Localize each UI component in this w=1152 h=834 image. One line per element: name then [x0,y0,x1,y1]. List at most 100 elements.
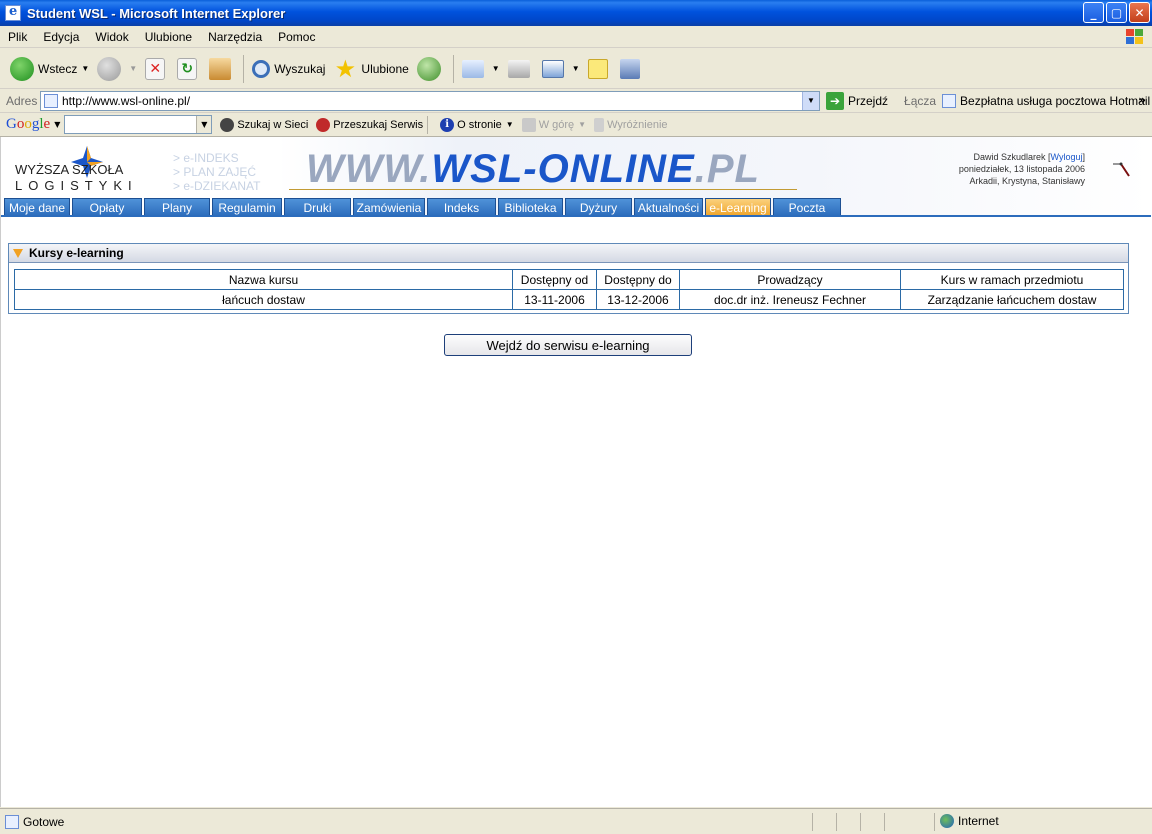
home-button[interactable] [205,53,239,85]
tab-indeks[interactable]: Indeks [427,198,496,216]
highlight-button[interactable]: Wyróżnienie [594,117,668,132]
side-link-dziekanat[interactable]: > e-DZIEKANAT [173,179,260,193]
tab-poczta[interactable]: Poczta [773,198,841,216]
clock-icon [1113,162,1130,177]
side-link-indeks[interactable]: > e-INDEKS [173,151,260,165]
edit-icon [541,59,564,78]
forward-button[interactable]: ▼ [93,53,141,85]
home-icon [209,57,232,80]
about-dropdown-icon[interactable]: ▼ [506,120,514,129]
about-page-label: O stronie [457,118,502,131]
tab-plany[interactable]: Plany [144,198,210,216]
menu-widok[interactable]: Widok [87,30,136,44]
table-row[interactable]: łańcuch dostaw 13-11-2006 13-12-2006 doc… [14,289,1124,310]
stop-button[interactable]: ✕ [141,53,173,85]
logout-link[interactable]: Wyloguj [1051,152,1083,162]
cell-course-name: łańcuch dostaw [14,289,513,310]
print-button[interactable] [504,53,538,85]
col-subject: Kurs w ramach przedmiotu [900,269,1124,290]
note-icon [587,58,608,79]
refresh-icon: ↻ [177,57,198,80]
menu-edycja[interactable]: Edycja [35,30,87,44]
menu-narzedzia[interactable]: Narzędzia [200,30,270,44]
search-button[interactable]: Wyszukaj [248,53,329,85]
menu-pomoc[interactable]: Pomoc [270,30,323,44]
edit-button[interactable]: ▼ [538,53,584,85]
hotmail-link[interactable]: Bezpłatna usługa pocztowa Hotmail [942,93,1150,108]
links-label[interactable]: Łącza [904,94,936,108]
tab-dyzury[interactable]: Dyżury [565,198,632,216]
enter-elearning-button[interactable]: Wejdź do serwisu e-learning [444,334,692,356]
security-zone: Internet [940,814,999,828]
highlight-label: Wyróżnienie [607,118,668,131]
back-button[interactable]: Wstecz ▼ [6,53,93,85]
mail-icon [461,59,484,78]
main-tabs: Moje dane Opłaty Plany Regulamin Druki Z… [4,198,841,216]
back-arrow-icon [10,56,34,81]
edit-dropdown-icon[interactable]: ▼ [572,64,580,73]
panel-title: Kursy e-learning [29,246,124,260]
maximize-button[interactable]: ▢ [1106,2,1127,23]
menu-ulubione[interactable]: Ulubione [137,30,200,44]
site-banner: WYŻSZA SZKOŁA LOGISTYKI > e-INDEKS > PLA… [1,137,1151,217]
status-divider [812,813,813,831]
mail-dropdown-icon[interactable]: ▼ [492,64,500,73]
address-url[interactable]: http://www.wsl-online.pl/ [62,94,190,108]
tab-moje-dane[interactable]: Moje dane [4,198,70,216]
courses-table: Nazwa kursu Dostępny od Dostępny do Prow… [14,269,1124,310]
tab-oplaty[interactable]: Opłaty [72,198,142,216]
research-button[interactable] [616,53,648,85]
forward-arrow-icon [97,56,122,81]
star-icon: ★ [334,54,357,83]
close-button[interactable]: ✕ [1129,2,1150,23]
windows-logo-icon [1124,28,1144,46]
refresh-button[interactable]: ↻ [173,53,205,85]
side-link-plan[interactable]: > PLAN ZAJĘĆ [173,165,260,179]
collapse-triangle-icon[interactable] [13,248,23,258]
toolbar-separator [243,54,245,83]
tab-zamowienia[interactable]: Zamówienia [353,198,425,216]
table-header-row: Nazwa kursu Dostępny od Dostępny do Prow… [14,269,1124,290]
ie-icon [5,4,21,21]
favorites-button[interactable]: ★ Ulubione [329,53,412,85]
history-button[interactable] [413,53,449,85]
tab-underline [1,215,1151,217]
about-page-button[interactable]: i O stronie ▼ [440,117,514,132]
tab-biblioteka[interactable]: Biblioteka [498,198,563,216]
up-dropdown-icon[interactable]: ▼ [578,120,586,129]
tab-e-learning[interactable]: e-Learning [705,198,771,216]
address-dropdown-icon[interactable]: ▼ [802,91,819,110]
cell-available-to: 13-12-2006 [596,289,680,310]
chevron-right-icon[interactable]: » [1138,93,1146,107]
binoculars-icon [220,117,235,132]
tab-aktualnosci[interactable]: Aktualności [634,198,703,216]
menu-plik[interactable]: Plik [0,30,35,44]
google-logo[interactable]: Google [6,116,50,133]
discuss-button[interactable] [584,53,616,85]
tab-druki[interactable]: Druki [284,198,351,216]
panel-header: Kursy e-learning [9,244,1128,263]
status-text: Gotowe [23,814,65,829]
mail-button[interactable]: ▼ [458,53,504,85]
back-label: Wstecz [38,61,78,76]
up-button[interactable]: W górę ▼ [521,117,586,132]
research-icon [619,58,640,79]
window-title: Student WSL - Microsoft Internet Explore… [27,5,286,21]
printer-icon [507,59,530,78]
search-site-button[interactable]: Przeszukaj Serwis [316,117,423,132]
google-search-dropdown-icon[interactable]: ▼ [196,116,212,133]
page-content: WYŻSZA SZKOŁA LOGISTYKI > e-INDEKS > PLA… [0,137,1152,807]
toolbar: Wstecz ▼ ▼ ✕ ↻ Wyszukaj ★ Ulubione ▼ ▼ [0,49,1152,89]
google-menu-dropdown-icon[interactable]: ▼ [54,120,60,129]
col-lecturer: Prowadzący [679,269,901,290]
title-bar: Student WSL - Microsoft Internet Explore… [0,0,1152,26]
google-search-input[interactable]: ▼ [64,115,213,134]
minimize-button[interactable]: _ [1083,2,1104,23]
search-web-button[interactable]: Szukaj w Sieci [220,117,308,132]
back-dropdown-icon[interactable]: ▼ [81,64,89,73]
forward-dropdown-icon[interactable]: ▼ [129,64,137,73]
go-button[interactable]: ➔ Przejdź [826,91,888,110]
address-input[interactable]: http://www.wsl-online.pl/ ▼ [40,90,820,111]
tab-regulamin[interactable]: Regulamin [212,198,282,216]
status-divider [934,813,935,831]
